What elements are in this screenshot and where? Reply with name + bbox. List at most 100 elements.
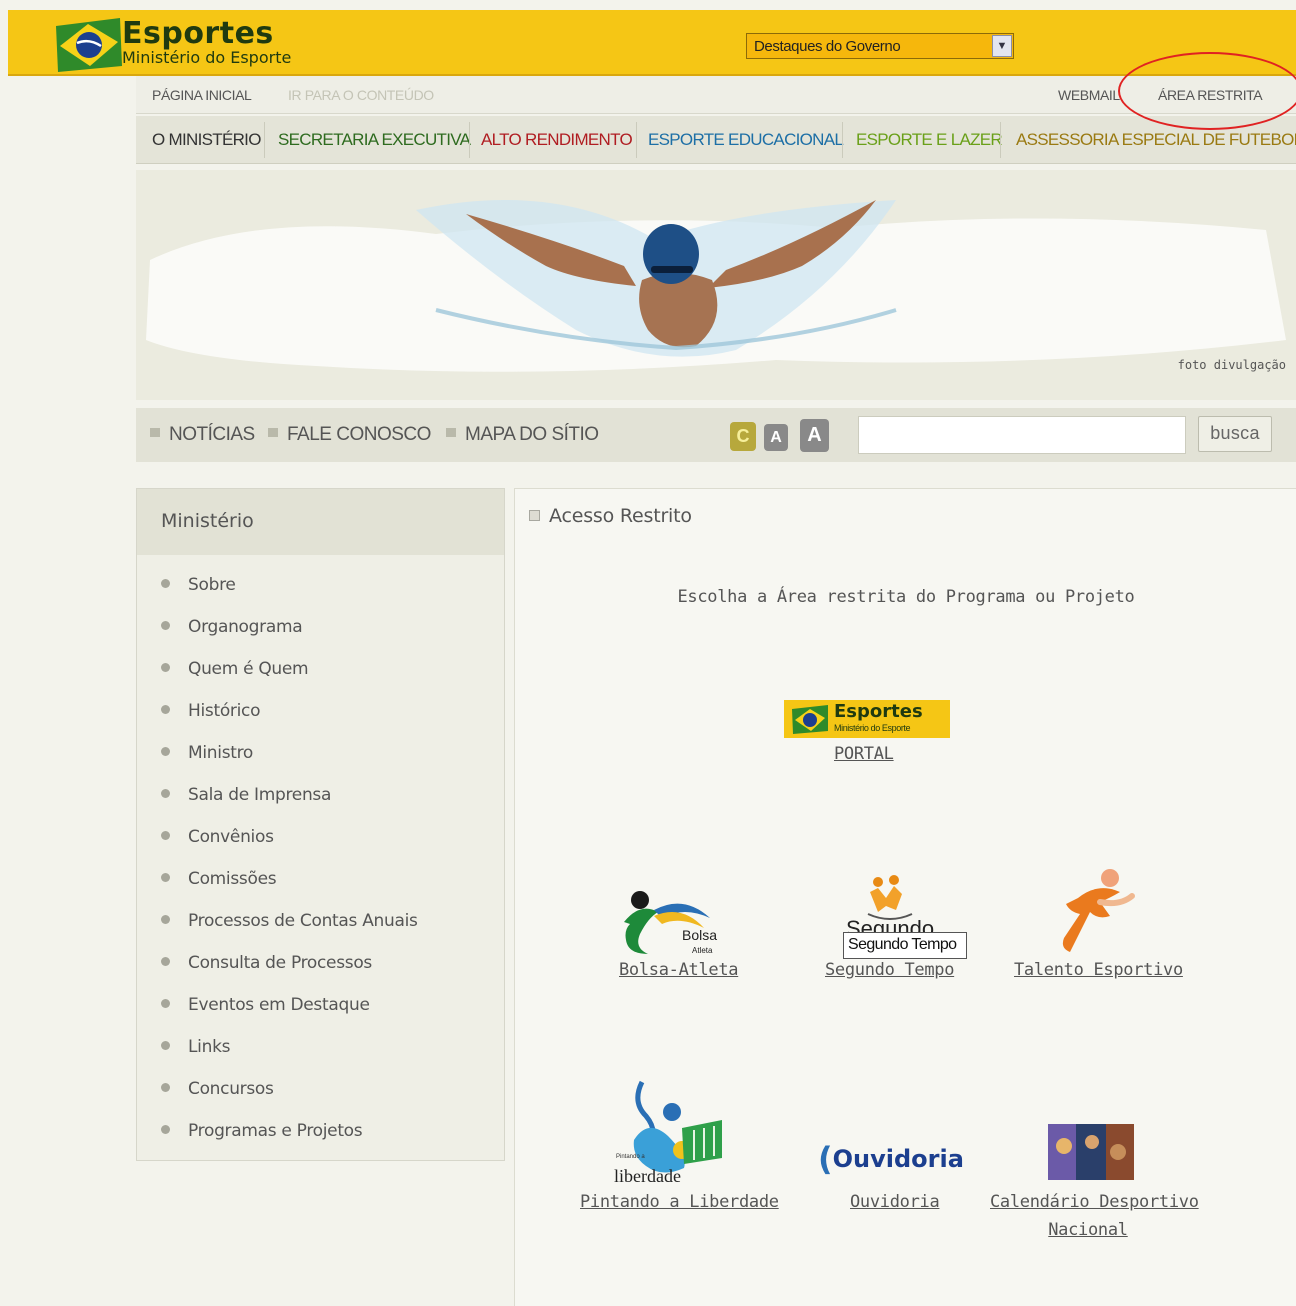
brazil-flag-logo-icon[interactable] [52,16,124,74]
font-decrease-button[interactable]: A [764,424,788,451]
sidebar-item-programas-e-projetos[interactable]: Programas e Projetos [161,1121,363,1141]
segundo-tempo-link[interactable]: Segundo Tempo [825,960,954,980]
contact-link[interactable]: FALE CONOSCO [268,424,431,446]
gov-select-value: Destaques do Governo [754,38,901,55]
sidebar-item-sobre[interactable]: Sobre [161,575,236,595]
sidebar-item-label: Links [188,1037,231,1057]
nav-assessoria-especial-de-futebol[interactable]: ASSESSORIA ESPECIAL DE FUTEBOL [1016,130,1296,150]
sidebar-item-ministro[interactable]: Ministro [161,743,253,763]
page: Esportes Ministério do Esporte Destaques… [0,0,1296,1306]
sidebar-item-historico[interactable]: Histórico [161,701,261,721]
sidebar-item-organograma[interactable]: Organograma [161,617,303,637]
bullet-icon [161,1041,170,1050]
main-nav: O MINISTÉRIO SECRETARIA EXECUTIVA ALTO R… [136,116,1296,164]
skip-to-content-link[interactable]: IR PARA O CONTEÚDO [288,87,434,103]
bolsa-atleta-logo-icon[interactable]: Bolsa Atleta [614,888,726,958]
sidebar-item-convenios[interactable]: Convênios [161,827,274,847]
ouvidoria-link[interactable]: Ouvidoria [850,1192,940,1212]
sidebar-item-label: Processos de Contas Anuais [188,911,418,931]
sidebar-item-label: Concursos [188,1079,274,1099]
square-bullet-icon [150,428,160,438]
bullet-icon [161,579,170,588]
brand-subtitle: Ministério do Esporte [122,48,292,67]
sidebar-item-concursos[interactable]: Concursos [161,1079,274,1099]
calendario-link-line-1: Calendário Desportivo [990,1192,1199,1212]
nav-divider [842,122,843,158]
bullet-icon [161,957,170,966]
pintando-logo-small: Pintando a [616,1154,645,1160]
bullet-icon [161,1083,170,1092]
ouvidoria-logo-text: Ouvidoria [832,1145,964,1173]
sidebar-item-label: Sobre [188,575,236,595]
news-link[interactable]: NOTÍCIAS [150,424,255,446]
sidebar-item-label: Ministro [188,743,254,763]
segundo-tempo-logo-icon[interactable]: Segundo [840,872,940,936]
font-increase-button[interactable]: A [800,419,829,452]
nav-secretaria-executiva[interactable]: SECRETARIA EXECUTIVA [278,130,471,150]
home-link[interactable]: PÁGINA INICIAL [152,87,252,103]
news-label: NOTÍCIAS [169,424,255,445]
intro-text: Escolha a Área restrita do Programa ou P… [677,587,1135,607]
sidebar-item-label: Sala de Imprensa [188,785,332,805]
sidebar-item-label: Eventos em Destaque [188,995,370,1015]
sidebar-title: Ministério [137,489,504,555]
sidebar-item-label: Histórico [188,701,261,721]
contrast-button[interactable]: C [730,422,756,451]
portal-logo-title: Esportes [834,701,923,722]
contact-label: FALE CONOSCO [287,424,431,445]
square-bullet-icon [268,428,278,438]
bolsa-atleta-link[interactable]: Bolsa-Atleta [619,960,739,980]
segundo-tempo-tooltip: Segundo Tempo [843,932,967,959]
bullet-icon [161,915,170,924]
sidebar-item-label: Comissões [188,869,277,889]
sidebar-item-label: Programas e Projetos [188,1121,363,1141]
sidebar-item-label: Quem é Quem [188,659,309,679]
pintando-liberdade-link[interactable]: Pintando a Liberdade [580,1192,779,1212]
bullet-icon [161,621,170,630]
sitemap-link[interactable]: MAPA DO SÍTIO [446,424,599,446]
bullet-icon [161,663,170,672]
search-input[interactable] [858,416,1186,454]
portal-logo[interactable]: Esportes Ministério do Esporte [784,700,950,738]
hero-banner: foto divulgação [136,170,1296,400]
bullet-icon [161,705,170,714]
calendario-link[interactable]: Calendário Desportivo Nacional [990,1192,1199,1240]
gov-highlights-select[interactable]: Destaques do Governo ▼ [746,33,1014,59]
chevron-down-icon[interactable]: ▼ [992,35,1012,57]
webmail-link[interactable]: WEBMAIL [1058,87,1120,103]
calendario-logo-icon[interactable] [1048,1124,1134,1180]
sidebar-item-comissoes[interactable]: Comissões [161,869,277,889]
brazil-flag-logo-icon [792,705,828,734]
sidebar-item-eventos-em-destaque[interactable]: Eventos em Destaque [161,995,370,1015]
sidebar-item-label: Convênios [188,827,274,847]
sidebar-item-processos-contas-anuais[interactable]: Processos de Contas Anuais [161,911,418,931]
portal-link[interactable]: PORTAL [834,744,894,764]
brand-title: Esportes [122,16,274,51]
nav-alto-rendimento[interactable]: ALTO RENDIMENTO [481,130,633,150]
sidebar-item-sala-de-imprensa[interactable]: Sala de Imprensa [161,785,331,805]
calendario-link-line-2: Nacional [1048,1220,1128,1240]
bullet-icon [161,873,170,882]
nav-o-ministerio[interactable]: O MINISTÉRIO [152,130,261,150]
talento-esportivo-logo-icon[interactable] [1040,868,1136,954]
sitemap-label: MAPA DO SÍTIO [465,424,599,445]
photo-credit: foto divulgação [1177,358,1286,372]
top-bar: Esportes Ministério do Esporte Destaques… [8,10,1296,76]
swimmer-banner-image [146,200,1286,372]
pintando-liberdade-logo-icon[interactable]: Pintando a liberdade [612,1078,732,1188]
bolsa-logo-bottom: Atleta [692,946,713,955]
page-title-text: Acesso Restrito [549,505,692,527]
sidebar-item-label: Organograma [188,617,303,637]
talento-esportivo-link[interactable]: Talento Esportivo [1014,960,1183,980]
sidebar-item-links[interactable]: Links [161,1037,230,1057]
nav-esporte-educacional[interactable]: ESPORTE EDUCACIONAL [648,130,844,150]
sidebar-item-consulta-de-processos[interactable]: Consulta de Processos [161,953,372,973]
brand[interactable]: Esportes Ministério do Esporte [122,16,291,67]
square-bullet-icon [529,510,540,521]
secondary-bar: NOTÍCIAS FALE CONOSCO MAPA DO SÍTIO C A … [136,408,1296,462]
nav-esporte-e-lazer[interactable]: ESPORTE E LAZER [856,130,1003,150]
search-button[interactable]: busca [1198,416,1272,452]
ouvidoria-logo[interactable]: (Ouvidoria [818,1138,964,1182]
bullet-icon [161,747,170,756]
sidebar-item-quem-e-quem[interactable]: Quem é Quem [161,659,309,679]
